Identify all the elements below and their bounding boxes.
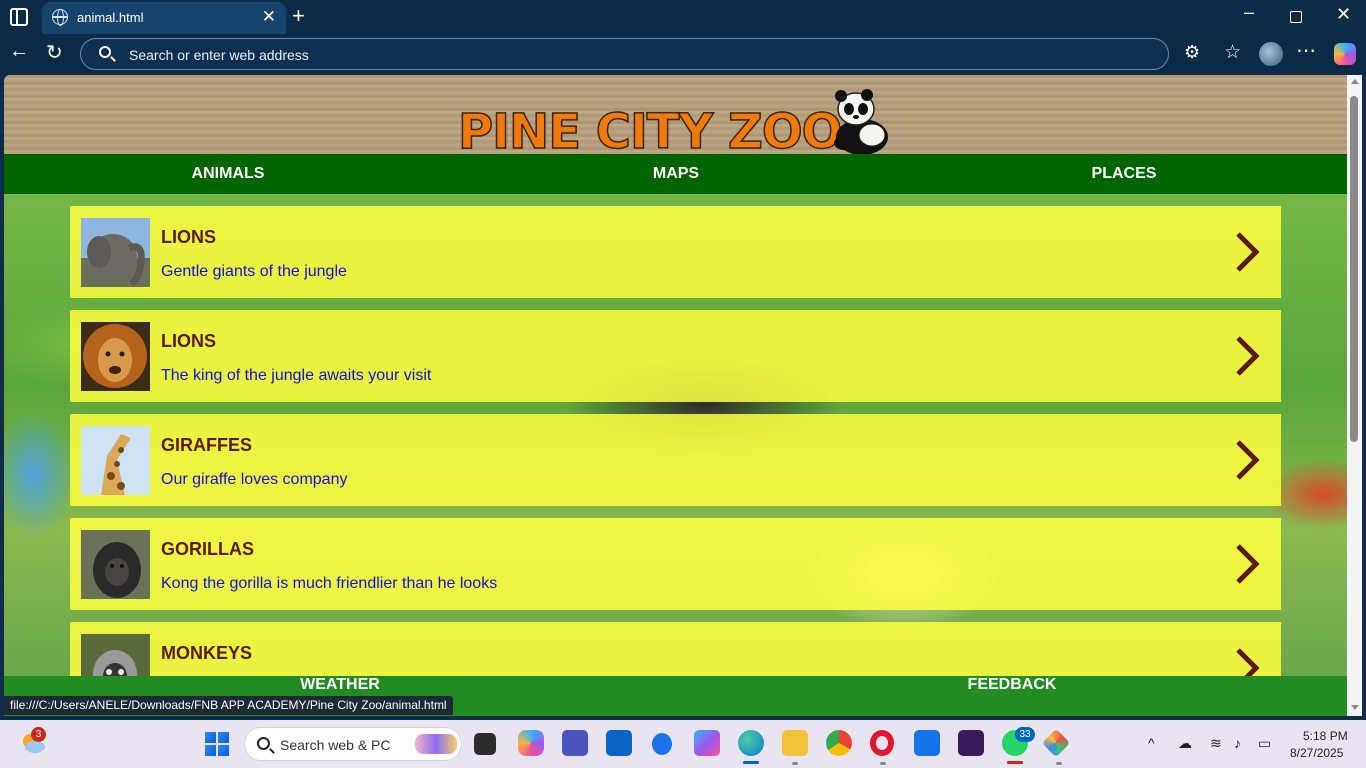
chevron-right-icon[interactable] <box>1233 543 1261 585</box>
address-bar[interactable]: Search or enter web address <box>80 38 1169 70</box>
task-view-icon[interactable] <box>474 733 496 755</box>
card-title: LIONS <box>161 331 217 351</box>
chrome-icon[interactable] <box>826 730 852 756</box>
nav-feedback[interactable]: FEEDBACK <box>676 676 1348 716</box>
browser-toolbar: ← ↻ Search or enter web address ⚙ ☆ ⋯ <box>0 34 1366 74</box>
nav-maps[interactable]: MAPS <box>452 154 900 194</box>
scroll-up-icon[interactable] <box>1351 79 1359 84</box>
favorites-icon[interactable]: ☆ <box>1224 41 1241 64</box>
card-title: GORILLAS <box>161 539 254 559</box>
tab-close-icon[interactable]: ✕ <box>262 7 276 27</box>
card-title: MONKEYS <box>161 643 253 663</box>
copilot-app-icon[interactable] <box>518 730 544 756</box>
search-icon <box>99 46 111 58</box>
maximize-icon[interactable] <box>1290 11 1302 23</box>
myapp-icon[interactable] <box>914 730 940 756</box>
zoo-map-background: LIONS Gentle giants of the jungle LIONS … <box>4 194 1348 714</box>
animal-card[interactable]: GIRAFFES Our giraffe loves company <box>70 414 1281 506</box>
vpn-icon[interactable]: ☁ <box>1178 735 1192 752</box>
welib-icon[interactable] <box>958 730 984 756</box>
scroll-down-icon[interactable] <box>1351 705 1359 710</box>
refresh-icon[interactable]: ↻ <box>46 40 63 65</box>
elephant-photo <box>81 218 150 287</box>
microsoft365-icon[interactable] <box>694 730 720 756</box>
status-url-tooltip: file:///C:/Users/ANELE/Downloads/FNB APP… <box>4 696 453 715</box>
volume-icon[interactable]: ♪ <box>1234 735 1241 751</box>
taskbar-search[interactable]: Search web & PC <box>244 727 462 761</box>
card-description: Kong the gorilla is much friendlier than… <box>161 575 498 592</box>
gorilla-photo <box>81 530 150 599</box>
animal-card[interactable]: GORILLAS Kong the gorilla is much friend… <box>70 518 1281 610</box>
clock-time[interactable]: 5:18 PM <box>1303 729 1348 743</box>
show-hidden-icons-icon[interactable]: ^ <box>1148 735 1155 751</box>
taskbar-search-placeholder: Search web & PC <box>280 737 391 753</box>
opera-indicator <box>880 762 886 765</box>
tab-title: animal.html <box>77 10 144 25</box>
edge-active-indicator <box>743 761 759 764</box>
nav-places[interactable]: PLACES <box>900 154 1348 194</box>
giraffe-photo <box>81 426 150 495</box>
copilot-icon[interactable] <box>1334 43 1356 65</box>
battery-icon[interactable]: ▭ <box>1258 735 1271 752</box>
chevron-right-icon[interactable] <box>1233 335 1261 377</box>
lion-photo <box>81 322 150 391</box>
clock-date[interactable]: 8/27/2025 <box>1290 746 1343 760</box>
weather-badge: 3 <box>31 727 46 742</box>
card-description: Our giraffe loves company <box>161 471 348 488</box>
chevron-right-icon[interactable] <box>1233 439 1261 481</box>
address-placeholder[interactable]: Search or enter web address <box>129 47 309 63</box>
gemini-app-icon[interactable] <box>1041 728 1071 758</box>
nav-animals[interactable]: ANIMALS <box>4 154 452 194</box>
search-icon <box>257 737 270 750</box>
card-description: Gentle giants of the jungle <box>161 263 347 280</box>
browser-titlebar: animal.html ✕ + – ✕ <box>0 0 1366 34</box>
opera-icon[interactable] <box>870 730 894 756</box>
card-description: The king of the jungle awaits your visit <box>161 367 432 384</box>
panda-logo-icon <box>834 89 888 154</box>
edge-icon[interactable] <box>738 730 764 756</box>
animal-card[interactable]: LIONS The king of the jungle awaits your… <box>70 310 1281 402</box>
page-viewport: PINE CITY ZOO ANIMALS MAPS PLACES LIONS … <box>4 75 1362 716</box>
globe-icon <box>52 9 68 26</box>
whatsapp-active-indicator <box>1007 761 1023 764</box>
windows-start-icon[interactable] <box>205 732 229 756</box>
browser-tab[interactable]: animal.html ✕ <box>42 2 286 34</box>
profile-avatar[interactable] <box>1259 42 1283 66</box>
card-title: LIONS <box>161 227 217 247</box>
app-indicator <box>1056 762 1062 765</box>
wifi-icon[interactable]: ≋ <box>1210 735 1222 752</box>
minimize-icon[interactable]: – <box>1244 2 1254 23</box>
site-header: PINE CITY ZOO <box>4 75 1348 154</box>
window-close-icon[interactable]: ✕ <box>1336 4 1351 25</box>
scroll-thumb[interactable] <box>1350 96 1358 442</box>
more-options-icon[interactable]: ⋯ <box>1296 38 1316 63</box>
sidebar-toggle-icon[interactable] <box>10 8 28 26</box>
page-scrollbar[interactable] <box>1347 75 1362 716</box>
search-highlight-art <box>415 734 457 754</box>
animal-card[interactable]: LIONS Gentle giants of the jungle <box>70 206 1281 298</box>
outlook-icon[interactable] <box>606 730 632 756</box>
top-nav: ANIMALS MAPS PLACES <box>4 154 1348 194</box>
extensions-icon[interactable]: ⚙ <box>1184 42 1200 63</box>
windows-taskbar: 3 Search web & PC 33 ^ ☁ ≋ ♪ ▭ 5:18 PM 8… <box>0 720 1366 768</box>
chevron-right-icon[interactable] <box>1233 231 1261 273</box>
card-title: GIRAFFES <box>161 435 253 455</box>
back-icon[interactable]: ← <box>9 40 29 63</box>
teams-icon[interactable] <box>562 730 588 756</box>
new-tab-icon[interactable]: + <box>292 3 305 29</box>
whatsapp-badge: 33 <box>1015 727 1035 742</box>
file-explorer-indicator <box>792 762 798 765</box>
file-explorer-icon[interactable] <box>782 730 808 756</box>
bluetooth-icon[interactable] <box>652 733 672 755</box>
site-logo[interactable]: PINE CITY ZOO <box>458 107 841 154</box>
